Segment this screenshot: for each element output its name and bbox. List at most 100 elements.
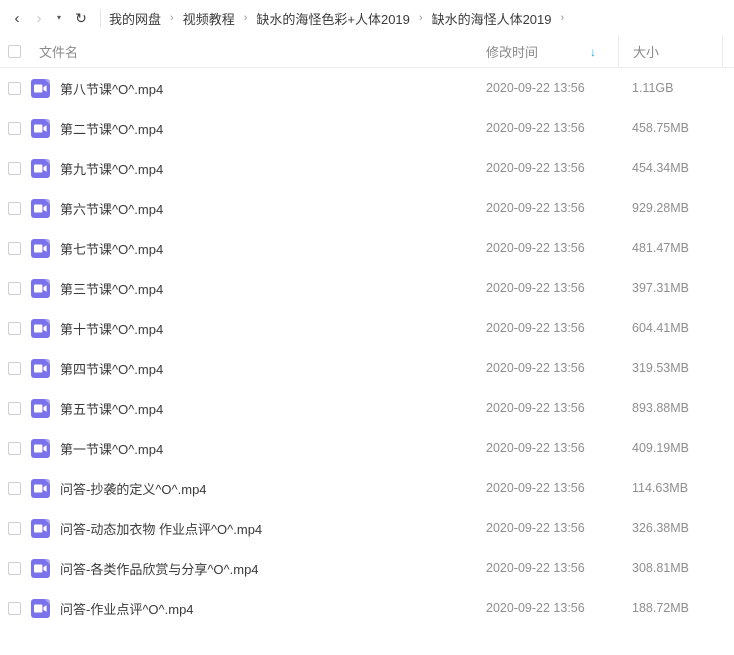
cell-modified-time: 2020-09-22 13:56 — [486, 321, 585, 335]
column-header-modified-label: 修改时间 — [486, 45, 539, 60]
cell-file-size: 1.11GB — [632, 81, 674, 95]
table-row[interactable]: 第七节课^O^.mp4 2020-09-22 13:56 481.47MB — [0, 228, 734, 268]
row-checkbox[interactable] — [8, 561, 21, 575]
file-name-link[interactable]: 第八节课^O^.mp4 — [60, 79, 163, 98]
table-row[interactable]: 第八节课^O^.mp4 2020-09-22 13:56 1.11GB — [0, 68, 734, 108]
cell-file-size: 326.38MB — [632, 521, 689, 535]
file-name-link[interactable]: 第三节课^O^.mp4 — [60, 279, 163, 298]
file-name-link[interactable]: 第一节课^O^.mp4 — [60, 439, 163, 458]
breadcrumb-separator: › — [560, 12, 565, 24]
cell-name: 第六节课^O^.mp4 — [0, 198, 472, 218]
cell-modified-time: 2020-09-22 13:56 — [486, 121, 585, 135]
table-row[interactable]: 第二节课^O^.mp4 2020-09-22 13:56 458.75MB — [0, 108, 734, 148]
table-row[interactable]: 第六节课^O^.mp4 2020-09-22 13:56 929.28MB — [0, 188, 734, 228]
table-row[interactable]: 第十节课^O^.mp4 2020-09-22 13:56 604.41MB — [0, 308, 734, 348]
video-file-icon — [31, 398, 50, 418]
row-checkbox[interactable] — [8, 241, 21, 255]
cell-file-size: 308.81MB — [632, 561, 689, 575]
sort-descending-icon[interactable]: ↓ — [590, 46, 596, 58]
file-name-link[interactable]: 第四节课^O^.mp4 — [60, 359, 163, 378]
video-file-icon — [31, 438, 50, 458]
back-icon[interactable]: ‹ — [6, 6, 28, 30]
cell-name: 问答-抄袭的定义^O^.mp4 — [0, 478, 472, 498]
row-checkbox[interactable] — [8, 521, 21, 535]
table-row[interactable]: 问答-动态加衣物 作业点评^O^.mp4 2020-09-22 13:56 326.… — [0, 508, 734, 548]
cell-modified-time: 2020-09-22 13:56 — [486, 201, 585, 215]
table-row[interactable]: 问答-作业点评^O^.mp4 2020-09-22 13:56 188.72MB — [0, 588, 734, 628]
row-checkbox[interactable] — [8, 281, 21, 295]
file-name-link[interactable]: 第六节课^O^.mp4 — [60, 199, 163, 218]
file-name-link[interactable]: 第九节课^O^.mp4 — [60, 159, 163, 178]
row-checkbox[interactable] — [8, 481, 21, 495]
video-file-icon — [31, 78, 50, 98]
cell-modified-time: 2020-09-22 13:56 — [486, 521, 585, 535]
table-row[interactable]: 第四节课^O^.mp4 2020-09-22 13:56 319.53MB — [0, 348, 734, 388]
file-name-link[interactable]: 问答-抄袭的定义^O^.mp4 — [60, 479, 207, 498]
file-name-link[interactable]: 第五节课^O^.mp4 — [60, 399, 163, 418]
column-header-size[interactable]: 大小 — [618, 36, 722, 67]
table-row[interactable]: 问答-各类作品欣赏与分享^O^.mp4 2020-09-22 13:56 308.8… — [0, 548, 734, 588]
cell-file-size: 114.63MB — [632, 481, 689, 495]
file-name-link[interactable]: 第十节课^O^.mp4 — [60, 319, 163, 338]
video-file-icon — [31, 518, 50, 538]
table-row[interactable]: 第一节课^O^.mp4 2020-09-22 13:56 409.19MB — [0, 428, 734, 468]
toolbar-divider — [100, 9, 101, 27]
table-row[interactable]: 第五节课^O^.mp4 2020-09-22 13:56 893.88MB — [0, 388, 734, 428]
row-checkbox[interactable] — [8, 81, 21, 95]
row-checkbox[interactable] — [8, 161, 21, 175]
breadcrumb-item-3[interactable]: 缺水的海怪人体2019 — [432, 9, 552, 28]
cell-modified-time: 2020-09-22 13:56 — [486, 161, 585, 175]
cell-file-size: 893.88MB — [632, 401, 689, 415]
cell-name: 第二节课^O^.mp4 — [0, 118, 472, 138]
cell-name: 问答-作业点评^O^.mp4 — [0, 598, 472, 618]
cell-name: 问答-动态加衣物 作业点评^O^.mp4 — [0, 518, 472, 538]
video-file-icon — [31, 118, 50, 138]
cell-file-size: 454.34MB — [632, 161, 689, 175]
file-name-link[interactable]: 第二节课^O^.mp4 — [60, 119, 163, 138]
cell-name: 第四节课^O^.mp4 — [0, 358, 472, 378]
column-header-name: 文件名 — [0, 36, 472, 67]
file-name-link[interactable]: 问答-动态加衣物 作业点评^O^.mp4 — [60, 519, 262, 538]
file-list: 第八节课^O^.mp4 2020-09-22 13:56 1.11GB 第二节课^O^… — [0, 68, 734, 628]
cell-name: 第九节课^O^.mp4 — [0, 158, 472, 178]
breadcrumb-item-1[interactable]: 视频教程 — [183, 9, 235, 28]
row-checkbox[interactable] — [8, 401, 21, 415]
row-checkbox[interactable] — [8, 361, 21, 375]
breadcrumb-item-0[interactable]: 我的网盘 — [109, 9, 161, 28]
file-name-link[interactable]: 问答-作业点评^O^.mp4 — [60, 599, 194, 618]
cell-name: 第七节课^O^.mp4 — [0, 238, 472, 258]
navigation-toolbar: ‹ › ▾ ↻ 我的网盘 › 视频教程 › 缺水的海怪色彩+人体2019 › 缺… — [0, 0, 734, 36]
video-file-icon — [31, 358, 50, 378]
row-checkbox[interactable] — [8, 201, 21, 215]
column-header-spacer — [722, 36, 734, 67]
cell-name: 第十节课^O^.mp4 — [0, 318, 472, 338]
caret-down-icon[interactable]: ▾ — [50, 6, 68, 30]
cell-name: 第三节课^O^.mp4 — [0, 278, 472, 298]
row-checkbox[interactable] — [8, 441, 21, 455]
file-name-link[interactable]: 问答-各类作品欣赏与分享^O^.mp4 — [60, 559, 259, 578]
cell-name: 问答-各类作品欣赏与分享^O^.mp4 — [0, 558, 472, 578]
breadcrumb-item-2[interactable]: 缺水的海怪色彩+人体2019 — [256, 9, 410, 28]
video-file-icon — [31, 478, 50, 498]
table-row[interactable]: 第九节课^O^.mp4 2020-09-22 13:56 454.34MB — [0, 148, 734, 188]
video-file-icon — [31, 598, 50, 618]
table-row[interactable]: 第三节课^O^.mp4 2020-09-22 13:56 397.31MB — [0, 268, 734, 308]
cell-name: 第五节课^O^.mp4 — [0, 398, 472, 418]
column-header-size-label: 大小 — [633, 45, 660, 60]
row-checkbox[interactable] — [8, 121, 21, 135]
forward-icon[interactable]: › — [28, 6, 50, 30]
table-row[interactable]: 问答-抄袭的定义^O^.mp4 2020-09-22 13:56 114.63MB — [0, 468, 734, 508]
file-name-link[interactable]: 第七节课^O^.mp4 — [60, 239, 163, 258]
video-file-icon — [31, 278, 50, 298]
cell-file-size: 604.41MB — [632, 321, 689, 335]
column-header-modified[interactable]: 修改时间 ↓ — [472, 36, 618, 67]
cell-file-size: 188.72MB — [632, 601, 689, 615]
row-checkbox[interactable] — [8, 601, 21, 615]
cell-modified-time: 2020-09-22 13:56 — [486, 241, 585, 255]
breadcrumb-separator: › — [418, 12, 423, 24]
select-all-checkbox[interactable] — [8, 45, 21, 58]
cell-modified-time: 2020-09-22 13:56 — [486, 281, 585, 295]
cell-modified-time: 2020-09-22 13:56 — [486, 361, 585, 375]
row-checkbox[interactable] — [8, 321, 21, 335]
refresh-icon[interactable]: ↻ — [68, 6, 94, 30]
